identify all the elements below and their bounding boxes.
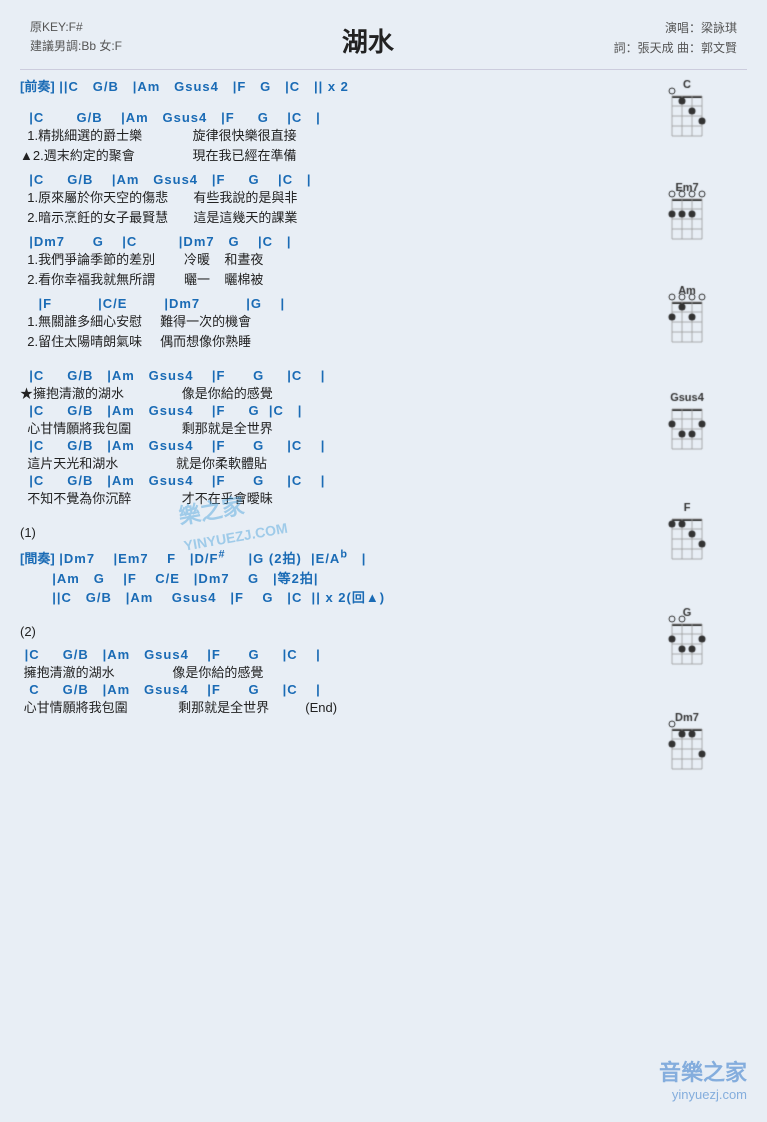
header: 原KEY:F# 建議男調:Bb 女:F 湖水 演唱：梁詠琪 詞：張天成 曲：郭文…: [10, 10, 757, 63]
chorus1-chord4: |C G/B |Am Gsus4 |F G |C |: [20, 473, 657, 488]
verse1b-lyric2: 2.暗示烹飪的女子最賢慧 這是這幾天的課業: [20, 207, 657, 226]
key-info: 原KEY:F# 建議男調:Bb 女:F: [30, 18, 122, 56]
song-title: 湖水: [122, 18, 614, 59]
watermark-footer-line1: 音樂之家: [659, 1055, 747, 1087]
chorus2-lyric2: 心甘情願將我包圍 剩那就是全世界 (End): [20, 697, 657, 716]
note1-text: (1): [20, 525, 657, 540]
verse1d-section: |F |C/E |Dm7 |G | 1.無關誰多細心安慰 難得一次的機會 2.留…: [20, 296, 657, 350]
interlude-chord1: |Dm7 |Em7 F |D/F# |G (2拍) |E/Ab |: [55, 551, 367, 566]
watermark-footer-line2: yinyuezj.com: [659, 1087, 747, 1102]
chorus1-lyric3: 這片天光和湖水 就是你柔軟體貼: [20, 453, 657, 472]
interlude-chord2: |Am G |F C/E |Dm7 G |等2拍|: [20, 568, 657, 587]
interlude-line1: [間奏] |Dm7 |Em7 F |D/F# |G (2拍) |E/Ab |: [20, 548, 657, 568]
chord-diagrams-canvas: [667, 76, 742, 846]
intro-section: [前奏] ||C G/B |Am Gsus4 |F G |C || x 2: [20, 76, 657, 96]
verse1b-chord1: |C G/B |Am Gsus4 |F G |C |: [20, 172, 657, 187]
verse1a-chord1: |C G/B |Am Gsus4 |F G |C |: [20, 110, 657, 125]
verse1c-lyric1: 1.我們爭論季節的差別 冷暖 和晝夜: [20, 249, 657, 268]
chorus1-chord1: |C G/B |Am Gsus4 |F G |C |: [20, 368, 657, 383]
verse1a-lyric2: ▲2.週末約定的聚會 現在我已經在準備: [20, 145, 657, 164]
chorus2-chord1: |C G/B |Am Gsus4 |F G |C |: [20, 647, 657, 662]
chorus1-lyric2: 心甘情願將我包圍 剩那就是全世界: [20, 418, 657, 437]
chorus2-chord2: C G/B |Am Gsus4 |F G |C |: [20, 682, 657, 697]
intro-chords: ||C G/B |Am Gsus4 |F G |C || x 2: [55, 79, 349, 94]
chorus2-section: |C G/B |Am Gsus4 |F G |C | 擁抱清澈的湖水 像是你給的…: [20, 647, 657, 716]
intro-label: [前奏]: [20, 79, 55, 94]
note2-section: (2): [20, 624, 657, 639]
verse1c-chord1: |Dm7 G |C |Dm7 G |C |: [20, 234, 657, 249]
verse1d-lyric1: 1.無關誰多細心安慰 難得一次的機會: [20, 311, 657, 330]
chorus1-lyric1: ★擁抱清澈的湖水 像是你給的感覺: [20, 383, 657, 402]
lyricist-composer: 詞：張天成 曲：郭文賢: [614, 38, 737, 58]
interlude-label: [間奏]: [20, 551, 55, 566]
note1-section: (1): [20, 525, 657, 540]
verse1d-chord1: |F |C/E |Dm7 |G |: [20, 296, 657, 311]
header-divider: [20, 69, 747, 70]
verse1b-section: |C G/B |Am Gsus4 |F G |C | 1.原來屬於你天空的傷悲 …: [20, 172, 657, 226]
intro-chord-line: [前奏] ||C G/B |Am Gsus4 |F G |C || x 2: [20, 76, 657, 96]
verse1b-lyric1: 1.原來屬於你天空的傷悲 有些我說的是與非: [20, 187, 657, 206]
verse1a-section: |C G/B |Am Gsus4 |F G |C | 1.精挑細選的爵士樂 旋律…: [20, 110, 657, 164]
chords-sidebar: [667, 76, 747, 851]
note2-text: (2): [20, 624, 657, 639]
interlude-section: [間奏] |Dm7 |Em7 F |D/F# |G (2拍) |E/Ab | |…: [20, 548, 657, 606]
artist-name: 演唱：梁詠琪: [614, 18, 737, 38]
verse1c-lyric2: 2.看你幸福我就無所謂 曬一 曬棉被: [20, 269, 657, 288]
original-key: 原KEY:F#: [30, 18, 122, 37]
lyrics-section: [前奏] ||C G/B |Am Gsus4 |F G |C || x 2 |C…: [20, 76, 667, 851]
content-area: [前奏] ||C G/B |Am Gsus4 |F G |C || x 2 |C…: [10, 76, 757, 851]
verse1a-lyric1: 1.精挑細選的爵士樂 旋律很快樂很直接: [20, 125, 657, 144]
suggested-key: 建議男調:Bb 女:F: [30, 37, 122, 56]
chorus1-chord2: |C G/B |Am Gsus4 |F G |C |: [20, 403, 657, 418]
chorus1-section: |C G/B |Am Gsus4 |F G |C | ★擁抱清澈的湖水 像是你給…: [20, 368, 657, 507]
page: 原KEY:F# 建議男調:Bb 女:F 湖水 演唱：梁詠琪 詞：張天成 曲：郭文…: [0, 0, 767, 1122]
verse1d-lyric2: 2.留住太陽晴朗氣味 偶而想像你熟睡: [20, 331, 657, 350]
interlude-chord3: ||C G/B |Am Gsus4 |F G |C || x 2(回▲): [20, 587, 657, 606]
verse1c-section: |Dm7 G |C |Dm7 G |C | 1.我們爭論季節的差別 冷暖 和晝夜…: [20, 234, 657, 288]
chorus1-lyric4: 不知不覺為你沉醉 才不在乎會曖昧: [20, 488, 657, 507]
artist-info: 演唱：梁詠琪 詞：張天成 曲：郭文賢: [614, 18, 737, 59]
watermark-footer: 音樂之家 yinyuezj.com: [659, 1055, 747, 1102]
chorus1-chord3: |C G/B |Am Gsus4 |F G |C |: [20, 438, 657, 453]
chorus2-lyric1: 擁抱清澈的湖水 像是你給的感覺: [20, 662, 657, 681]
